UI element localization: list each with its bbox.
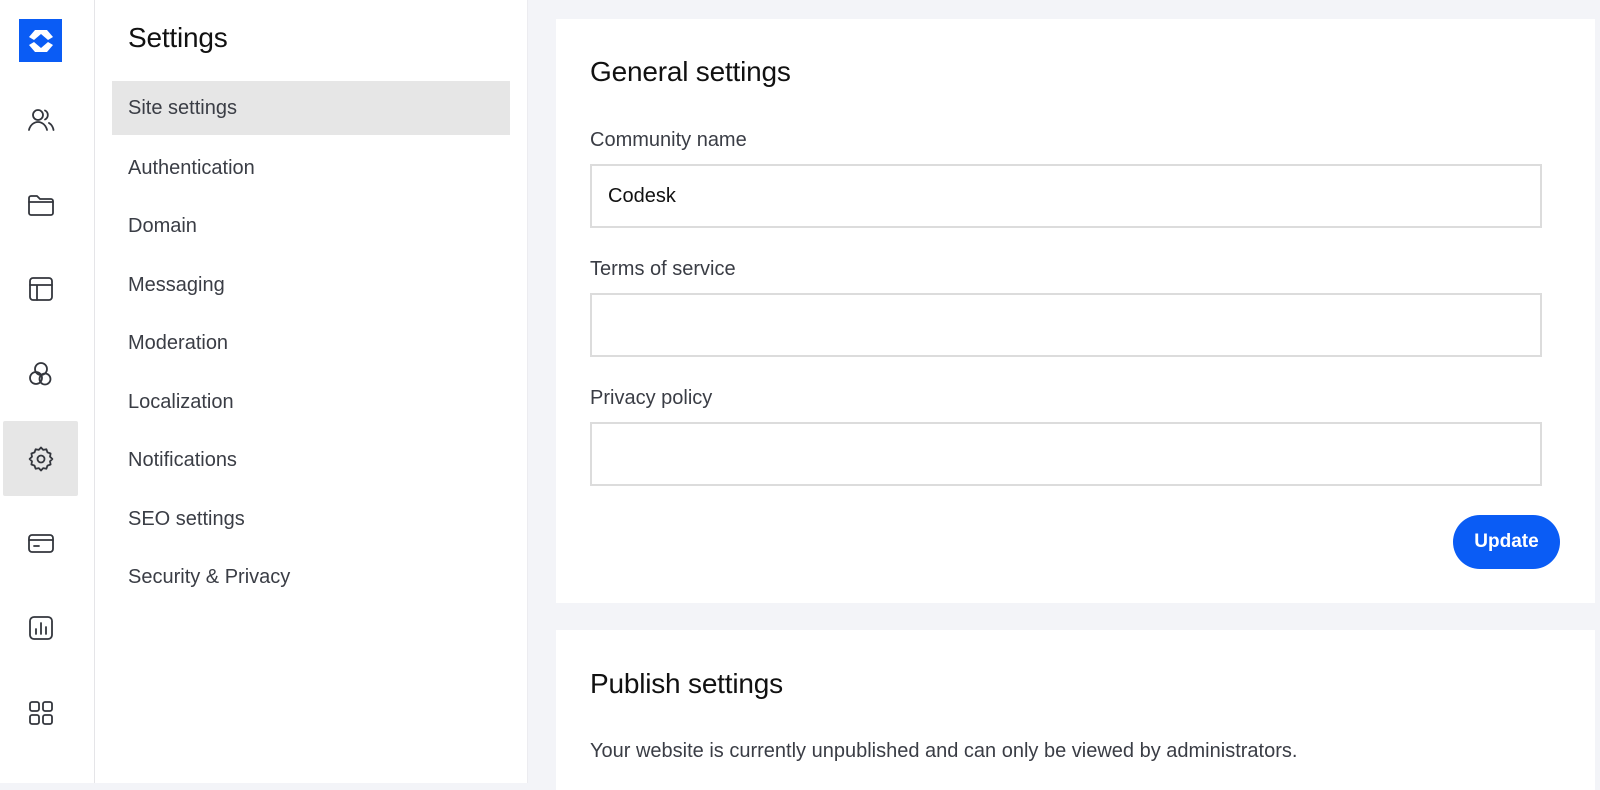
brand-logo[interactable] bbox=[19, 19, 62, 62]
gear-icon bbox=[28, 446, 53, 471]
subnav-item-seo-settings[interactable]: SEO settings bbox=[112, 492, 510, 546]
subnav-item-site-settings[interactable]: Site settings bbox=[112, 81, 510, 135]
terms-of-service-label: Terms of service bbox=[590, 258, 736, 280]
layout-icon bbox=[28, 276, 53, 301]
privacy-policy-label: Privacy policy bbox=[590, 387, 713, 409]
rail-item-analytics[interactable] bbox=[3, 590, 78, 665]
subnav-item-notifications[interactable]: Notifications bbox=[112, 433, 510, 487]
settings-subnav: Settings Site settings Authentication Do… bbox=[95, 0, 528, 783]
terms-of-service-input[interactable] bbox=[590, 293, 1542, 357]
subnav-item-security-privacy[interactable]: Security & Privacy bbox=[112, 550, 510, 604]
rail-item-content[interactable] bbox=[3, 167, 78, 242]
subnav-item-moderation[interactable]: Moderation bbox=[112, 316, 510, 370]
rail-item-members[interactable] bbox=[3, 82, 78, 157]
logo-icon bbox=[28, 29, 53, 52]
page-title: Settings bbox=[128, 22, 228, 53]
users-icon bbox=[27, 108, 54, 131]
subnav-item-domain[interactable]: Domain bbox=[112, 199, 510, 253]
rail-item-apps[interactable] bbox=[3, 675, 78, 750]
subnav-item-messaging[interactable]: Messaging bbox=[112, 258, 510, 312]
subnav-item-localization[interactable]: Localization bbox=[112, 375, 510, 429]
folder-icon bbox=[27, 194, 54, 216]
update-button[interactable]: Update bbox=[1453, 515, 1560, 569]
publish-settings-card: Publish settings Your website is current… bbox=[556, 630, 1595, 790]
credit-card-icon bbox=[27, 533, 54, 553]
community-name-label: Community name bbox=[590, 129, 747, 151]
rail-item-settings[interactable] bbox=[3, 421, 78, 496]
rail-item-layout[interactable] bbox=[3, 251, 78, 326]
general-settings-title: General settings bbox=[590, 56, 791, 87]
community-name-input[interactable] bbox=[590, 164, 1542, 228]
icon-rail bbox=[0, 0, 95, 783]
subnav-item-authentication[interactable]: Authentication bbox=[112, 141, 510, 195]
bar-chart-icon bbox=[28, 615, 53, 640]
rail-item-appearance[interactable] bbox=[3, 336, 78, 411]
general-settings-card: General settings Community name Terms of… bbox=[556, 19, 1595, 603]
apps-grid-icon bbox=[28, 700, 53, 725]
publish-settings-title: Publish settings bbox=[590, 668, 783, 699]
privacy-policy-input[interactable] bbox=[590, 422, 1542, 486]
appearance-icon bbox=[28, 361, 51, 385]
rail-item-billing[interactable] bbox=[3, 505, 78, 580]
publish-status-text: Your website is currently unpublished an… bbox=[590, 740, 1298, 762]
